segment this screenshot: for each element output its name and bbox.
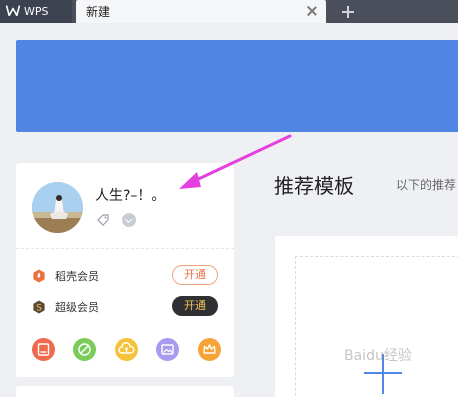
avatar[interactable] bbox=[32, 182, 83, 233]
tab-label: WPS bbox=[24, 5, 49, 18]
open-docer-button[interactable]: 开通 bbox=[172, 265, 218, 285]
user-card: 人生?–！。 稻壳会员 开通 S 超级会员 开通 bbox=[16, 163, 234, 377]
wps-logo-icon bbox=[5, 4, 21, 19]
super-vip-icon: S bbox=[32, 299, 46, 314]
template-dashed-frame bbox=[295, 256, 458, 397]
open-super-vip-button[interactable]: 开通 bbox=[172, 296, 218, 316]
ban-app-icon[interactable] bbox=[73, 338, 96, 361]
tab-wps-home[interactable]: WPS bbox=[0, 0, 72, 23]
docer-vip-row: 稻壳会员 开通 bbox=[32, 265, 218, 285]
crown-app-icon[interactable] bbox=[198, 338, 221, 361]
tab-label: 新建 bbox=[86, 5, 111, 19]
cloud-app-icon[interactable] bbox=[115, 338, 138, 361]
tab-bar: WPS 新建 bbox=[0, 0, 458, 23]
close-icon[interactable] bbox=[306, 5, 318, 17]
super-vip-row: S 超级会员 开通 bbox=[32, 296, 218, 316]
new-blank-template-card[interactable] bbox=[275, 236, 458, 397]
svg-text:S: S bbox=[36, 304, 42, 314]
watermark: Baidu经验 bbox=[344, 348, 412, 364]
docer-icon bbox=[32, 268, 46, 283]
banner[interactable] bbox=[16, 40, 458, 132]
page-title: 推荐模板 bbox=[274, 174, 354, 198]
tag-icon[interactable] bbox=[96, 212, 110, 226]
picture-app-icon[interactable] bbox=[32, 338, 55, 361]
image-app-icon[interactable] bbox=[156, 338, 179, 361]
add-tab-button[interactable] bbox=[338, 2, 358, 22]
section-subtitle: 以下的推荐 bbox=[396, 178, 457, 192]
vip-label: 稻壳会员 bbox=[55, 270, 99, 283]
secondary-card bbox=[16, 386, 234, 397]
chevron-down-icon[interactable] bbox=[122, 213, 136, 227]
app-icon-row bbox=[32, 338, 222, 362]
username[interactable]: 人生?–！。 bbox=[95, 185, 165, 205]
divider bbox=[16, 248, 234, 249]
vip-label: 超级会员 bbox=[55, 301, 99, 314]
tab-new[interactable]: 新建 bbox=[76, 0, 326, 23]
